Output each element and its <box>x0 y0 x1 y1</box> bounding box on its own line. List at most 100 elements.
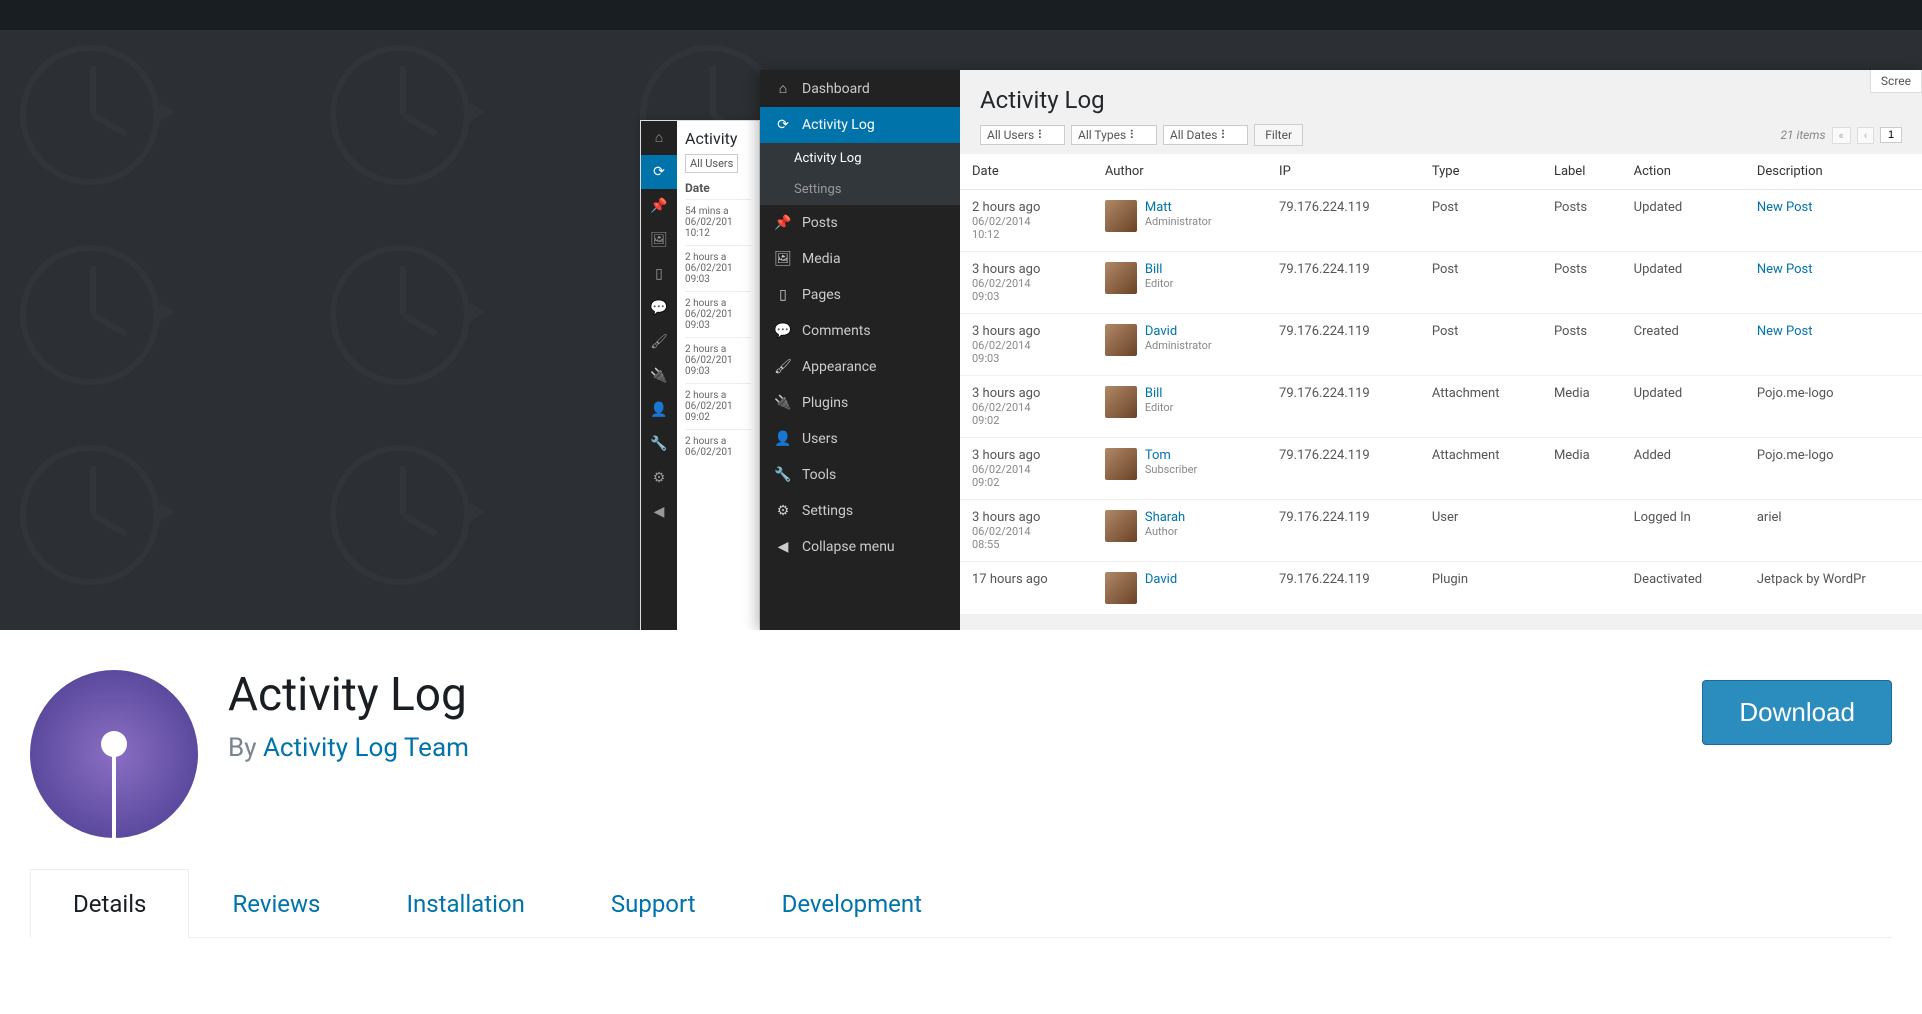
mini-rel: 2 hours a <box>685 298 726 309</box>
mini-rel: 54 mins a <box>685 206 729 217</box>
sidebar-item[interactable]: ⌂ Dashboard <box>760 70 960 107</box>
sidebar-item[interactable]: 🔌 Plugins <box>760 385 960 421</box>
mini-date: 06/02/201 <box>685 309 733 320</box>
cell-ip: 79.176.224.119 <box>1267 376 1420 438</box>
mini-sidebar-icon: ⚙ <box>641 461 677 495</box>
mini-sidebar-icon: 🖼 <box>641 223 677 257</box>
plugin-author-line: By Activity Log Team <box>228 733 469 763</box>
sidebar-icon: 👤 <box>774 431 792 447</box>
cell-label: Posts <box>1542 314 1622 376</box>
filter-dates-select[interactable]: All Dates ⠇ <box>1163 125 1248 145</box>
cell-author: Bill Editor <box>1093 252 1267 314</box>
author-name[interactable]: Matt <box>1145 200 1212 215</box>
sidebar-item[interactable]: Activity Log <box>760 143 960 174</box>
tab-development[interactable]: Development <box>739 869 965 938</box>
sidebar-icon: 📌 <box>774 215 792 231</box>
plugin-header: Activity Log By Activity Log Team Downlo… <box>0 630 1922 868</box>
author-name[interactable]: Sharah <box>1145 510 1185 525</box>
sidebar-item[interactable]: 👤 Users <box>760 421 960 457</box>
cell-desc[interactable]: Jetpack by WordPr <box>1745 562 1922 615</box>
cell-desc[interactable]: New Post <box>1745 314 1922 376</box>
cell-date: 3 hours ago 06/02/2014 09:03 <box>960 252 1093 314</box>
col-action[interactable]: Action <box>1622 154 1745 190</box>
sidebar-item[interactable]: ◀ Collapse menu <box>760 529 960 565</box>
cell-type: Attachment <box>1420 438 1542 500</box>
tab-reviews[interactable]: Reviews <box>189 869 363 938</box>
plugin-author-link[interactable]: Activity Log Team <box>263 733 469 763</box>
sidebar-item[interactable]: ⚙ Settings <box>760 493 960 529</box>
author-name[interactable]: Bill <box>1145 262 1174 277</box>
tab-details[interactable]: Details <box>30 869 189 938</box>
filter-bar: All Users ⠇ All Types ⠇ All Dates ⠇ Filt… <box>960 124 1922 154</box>
sidebar-item[interactable]: ⟳ Activity Log <box>760 107 960 143</box>
mini-date: 06/02/201 <box>685 217 733 228</box>
col-label[interactable]: Label <box>1542 154 1622 190</box>
sidebar-label: Users <box>802 431 838 447</box>
sidebar-item[interactable]: 🔧 Tools <box>760 457 960 493</box>
sidebar-icon: 🔌 <box>774 395 792 411</box>
sidebar-item[interactable]: 🖌 Appearance <box>760 349 960 385</box>
col-type[interactable]: Type <box>1420 154 1542 190</box>
col-ip[interactable]: IP <box>1267 154 1420 190</box>
tab-installation[interactable]: Installation <box>363 869 567 938</box>
page-first-button[interactable]: « <box>1832 127 1851 144</box>
sidebar-icon: 💬 <box>774 323 792 339</box>
author-name[interactable]: David <box>1145 324 1212 339</box>
tab-support[interactable]: Support <box>568 869 739 938</box>
sidebar-label: Comments <box>802 323 871 339</box>
sidebar-item[interactable]: 📌 Posts <box>760 205 960 241</box>
mini-time: 09:03 <box>685 274 710 285</box>
filter-button[interactable]: Filter <box>1254 124 1303 146</box>
author-name[interactable]: David <box>1145 572 1177 587</box>
cell-label: Posts <box>1542 190 1622 252</box>
sidebar-item[interactable]: 💬 Comments <box>760 313 960 349</box>
filter-types-select[interactable]: All Types ⠇ <box>1071 125 1157 145</box>
mini-time: 10:12 <box>685 228 710 239</box>
avatar <box>1105 386 1137 418</box>
mini-rel: 2 hours a <box>685 436 726 447</box>
pagination: 21 items « ‹ <box>1780 127 1902 144</box>
sidebar-label: Activity Log <box>794 151 862 166</box>
cell-desc[interactable]: New Post <box>1745 252 1922 314</box>
mini-rel: 2 hours a <box>685 344 726 355</box>
sidebar-item[interactable]: Settings <box>760 174 960 205</box>
sidebar-item[interactable]: 🖼 Media <box>760 241 960 277</box>
col-date[interactable]: Date <box>960 154 1093 190</box>
download-button[interactable]: Download <box>1702 680 1892 745</box>
mini-sidebar-icon: 🔌 <box>641 359 677 393</box>
cell-label: Media <box>1542 438 1622 500</box>
cell-date: 3 hours ago 06/02/2014 09:03 <box>960 314 1093 376</box>
cell-ip: 79.176.224.119 <box>1267 500 1420 562</box>
cell-ip: 79.176.224.119 <box>1267 438 1420 500</box>
plugin-name: Activity Log <box>228 670 469 721</box>
mini-sidebar-icon: ◀ <box>641 495 677 529</box>
sidebar-label: Media <box>802 251 841 267</box>
cell-desc[interactable]: New Post <box>1745 190 1922 252</box>
mini-row: 2 hours a 06/02/201 <box>685 429 751 464</box>
page-prev-button[interactable]: ‹ <box>1857 127 1874 144</box>
sidebar-label: Pages <box>802 287 841 303</box>
cell-desc[interactable]: ariel <box>1745 500 1922 562</box>
mini-date: 06/02/201 <box>685 447 733 458</box>
author-role: Editor <box>1145 401 1174 414</box>
mini-filter: All Users <box>685 154 738 173</box>
col-author[interactable]: Author <box>1093 154 1267 190</box>
mini-row: 2 hours a 06/02/201 09:03 <box>685 291 751 337</box>
foreground-window: ⌂ Dashboard ⟳ Activity Log Activity Log … <box>760 70 1922 630</box>
cell-ip: 79.176.224.119 <box>1267 314 1420 376</box>
mini-time: 09:03 <box>685 320 710 331</box>
mini-date: 06/02/201 <box>685 263 733 274</box>
screen-options-button[interactable]: Scree <box>1870 70 1922 93</box>
sidebar-item[interactable]: ▯ Pages <box>760 277 960 313</box>
cell-desc[interactable]: Pojo.me-logo <box>1745 376 1922 438</box>
author-name[interactable]: Tom <box>1145 448 1197 463</box>
sidebar-label: Activity Log <box>802 117 875 133</box>
col-desc[interactable]: Description <box>1745 154 1922 190</box>
mini-sidebar-icon: 🖌 <box>641 325 677 359</box>
filter-users-select[interactable]: All Users ⠇ <box>980 125 1065 145</box>
sidebar-icon: 🖌 <box>774 359 792 375</box>
author-name[interactable]: Bill <box>1145 386 1174 401</box>
cell-action: Logged In <box>1622 500 1745 562</box>
page-input[interactable] <box>1880 127 1902 143</box>
cell-desc[interactable]: Pojo.me-logo <box>1745 438 1922 500</box>
